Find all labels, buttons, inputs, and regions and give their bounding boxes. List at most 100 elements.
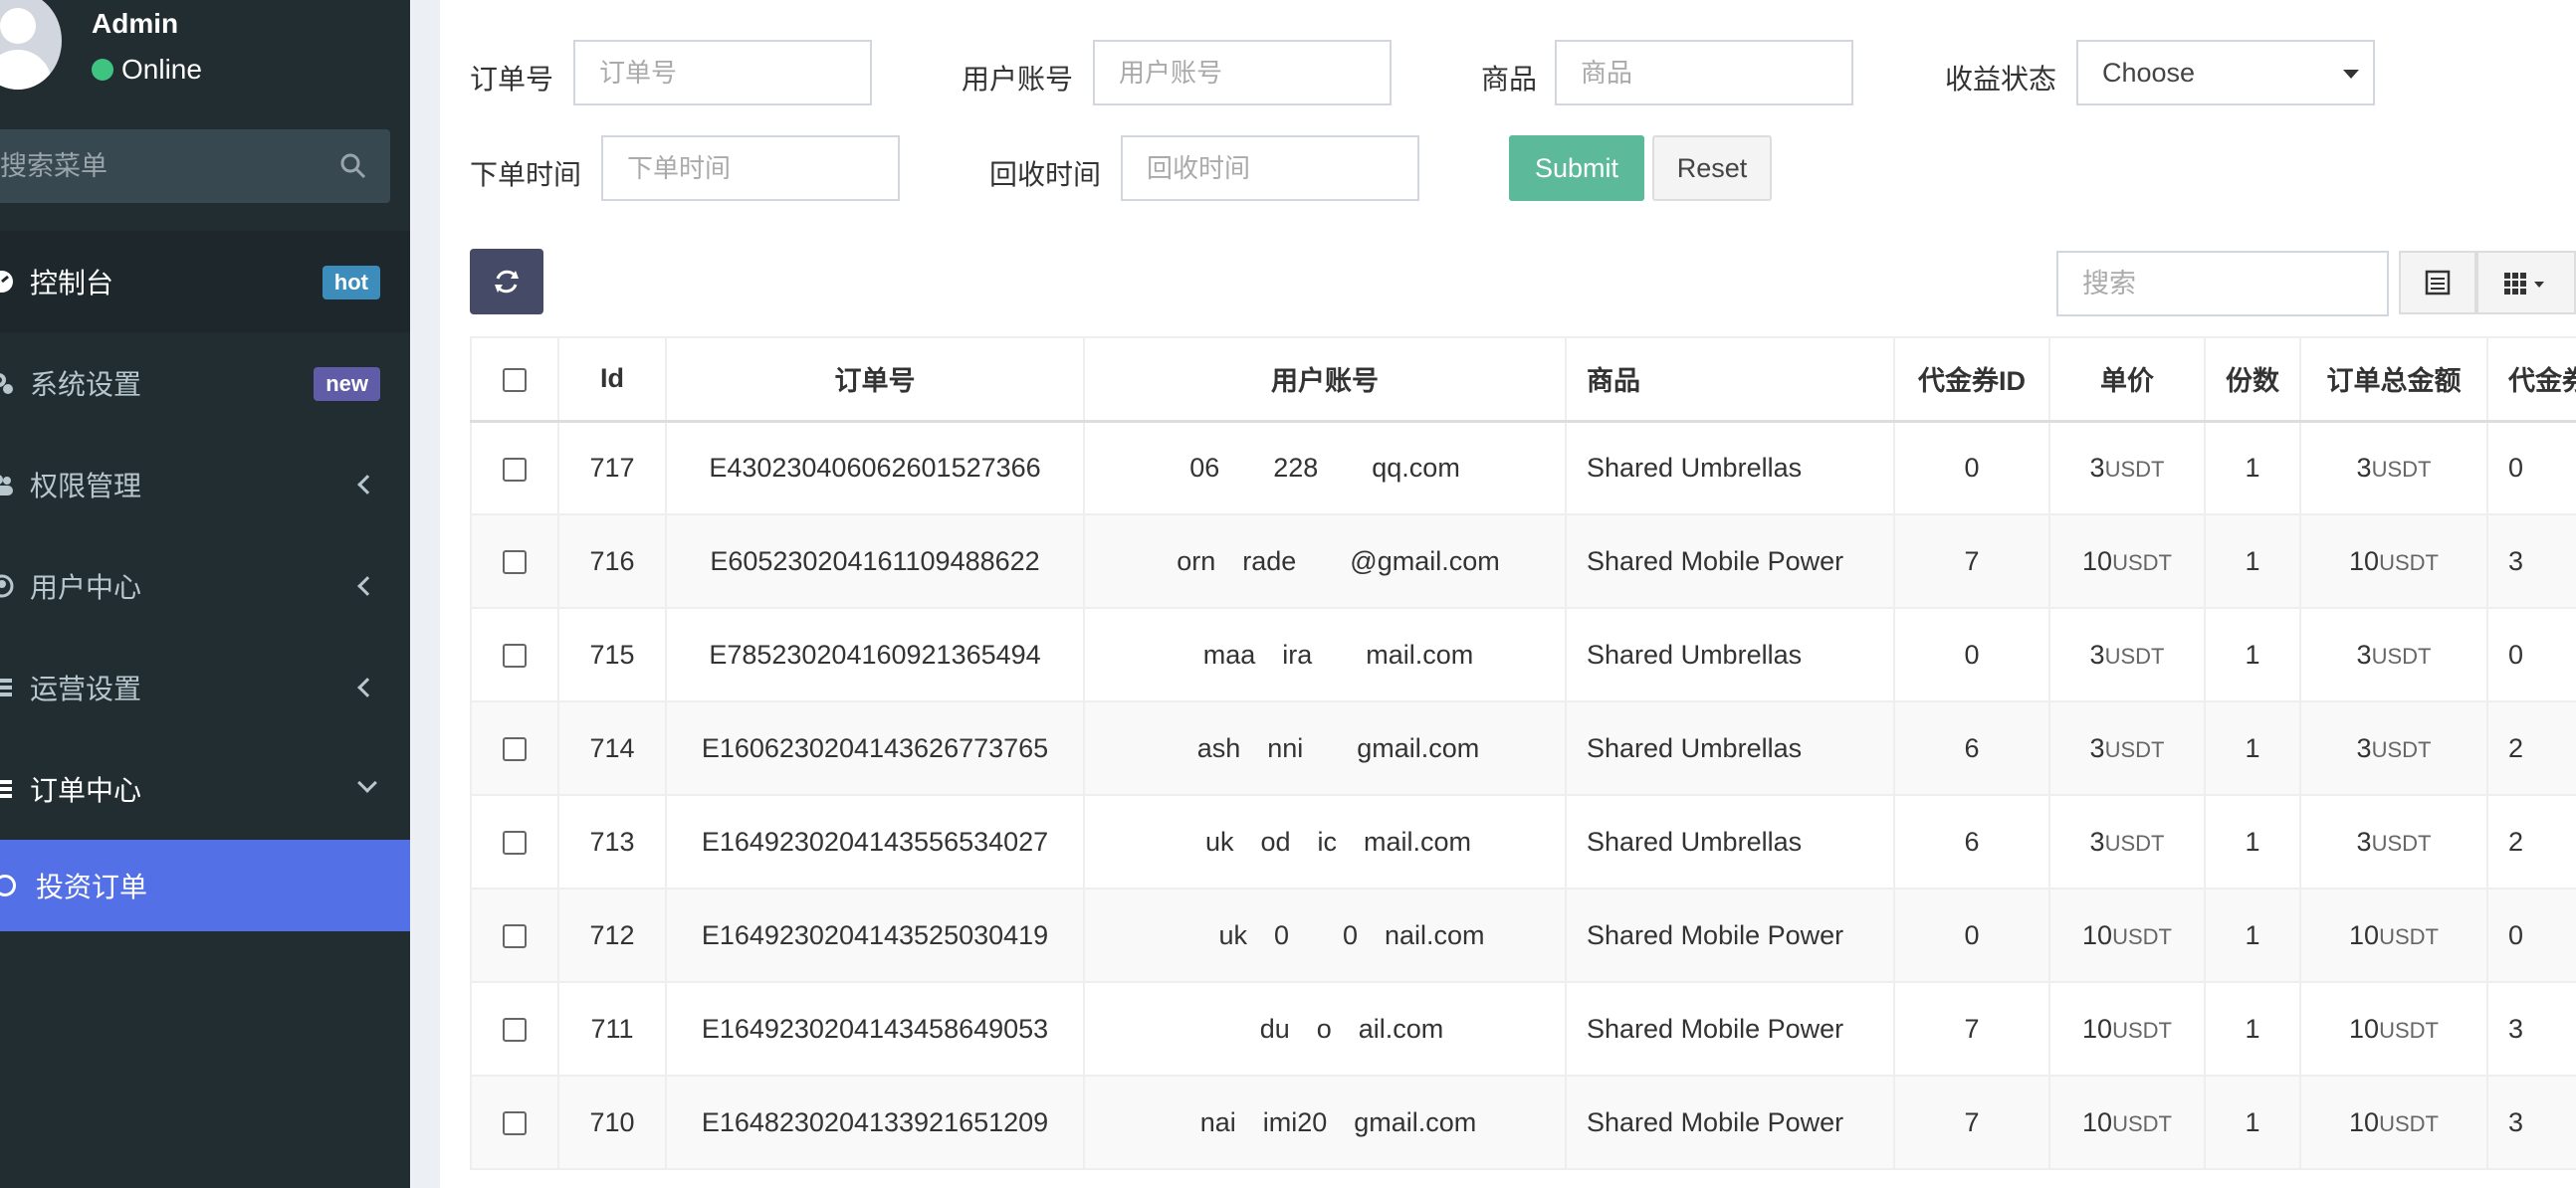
sidebar-item-label: 订单中心 (30, 775, 142, 806)
order-total-value: 10 (2349, 545, 2380, 576)
table-row[interactable]: 714 E160623020414362677376​5 ash nni gmai… (470, 700, 2576, 796)
row-checkbox[interactable] (503, 1111, 527, 1136)
col-header-coupon[interactable]: 代金券 (2486, 336, 2576, 423)
col-header-quantity[interactable]: 份数 (2204, 336, 2301, 423)
refresh-button[interactable] (470, 249, 543, 314)
cell-coupon-id: 7 (1893, 513, 2050, 609)
list-view-icon (2425, 270, 2451, 296)
list-icon (0, 780, 12, 798)
list-icon (0, 679, 12, 696)
sidebar-item-label: 控制台 (30, 268, 114, 298)
cell-id: 715 (557, 607, 667, 702)
unit-label: USDT (2371, 830, 2432, 856)
order-time-input[interactable] (601, 135, 900, 201)
table-row[interactable]: 713 E164923020414355653402​7 uk od ic mai… (470, 794, 2576, 890)
unit-price-value: 10 (2082, 545, 2113, 576)
submit-button[interactable]: Submit (1509, 135, 1644, 201)
unit-label: USDT (2112, 1017, 2172, 1043)
col-header-coupon-id[interactable]: 代金券ID (1893, 336, 2050, 423)
unit-price-value: 3 (2089, 452, 2105, 483)
order-no-input[interactable] (573, 40, 872, 105)
cell-id: 710 (557, 1075, 667, 1170)
cell-user-account: du o ail.com (1083, 981, 1567, 1077)
table-row[interactable]: 710 E164823020413392165120​9 nai imi20 gm… (470, 1075, 2576, 1170)
col-header-id[interactable]: Id (557, 336, 667, 423)
cell-quantity: 1 (2204, 700, 2301, 796)
cell-product: Shared Mobile Power (1565, 981, 1895, 1077)
sidebar-search-input[interactable] (0, 129, 309, 203)
user-account-input[interactable] (1093, 40, 1392, 105)
user-status: Online (92, 54, 202, 86)
cell-unit-price: 10USDT (2048, 1075, 2206, 1170)
product-input[interactable] (1555, 40, 1853, 105)
sidebar-subitem-investment-orders[interactable]: 投资订单 (0, 840, 410, 931)
cell-user-account: 06 228 qq.com (1083, 420, 1567, 515)
cell-coupon-id: 0 (1893, 888, 2050, 983)
toggle-view-button[interactable] (2399, 251, 2476, 314)
table-row[interactable]: 711 E164923020414345864905​3 du o ail.com… (470, 981, 2576, 1077)
cell-order-no: E164923020414352503041​9 (665, 888, 1085, 983)
row-checkbox[interactable] (503, 924, 527, 949)
cell-id: 713 (557, 794, 667, 890)
sidebar-item-operations[interactable]: 运营设置 (0, 637, 410, 738)
row-select-cell (470, 981, 559, 1077)
sidebar-item-permissions[interactable]: 权限管理 (0, 434, 410, 535)
sidebar-item-label: 用户中心 (30, 572, 142, 603)
unit-label: USDT (2112, 1110, 2172, 1136)
cell-quantity: 1 (2204, 981, 2301, 1077)
sidebar-item-user-center[interactable]: 用户中心 (0, 535, 410, 637)
col-header-order-total[interactable]: 订单总金额 (2299, 336, 2488, 423)
table-row[interactable]: 712 E164923020414352503041​9 uk 0 0 nail.… (470, 888, 2576, 983)
col-header-order-no[interactable]: 订单号 (665, 336, 1085, 423)
cell-coupon: 2 (2486, 700, 2576, 796)
new-badge: new (314, 367, 380, 401)
cell-unit-price: 10USDT (2048, 981, 2206, 1077)
row-select-cell (470, 700, 559, 796)
row-checkbox[interactable] (503, 644, 527, 669)
order-total-value: 10 (2349, 919, 2380, 950)
unit-label: USDT (2379, 923, 2439, 949)
online-dot-icon (92, 59, 113, 81)
unit-price-value: 3 (2089, 826, 2105, 857)
cell-product: Shared Mobile Power (1565, 513, 1895, 609)
row-select-cell (470, 420, 559, 515)
user-account-label: 用户账号 (962, 64, 1074, 95)
row-checkbox[interactable] (503, 831, 527, 856)
cell-quantity: 1 (2204, 888, 2301, 983)
circle-icon (0, 875, 16, 896)
unit-label: USDT (2379, 1110, 2439, 1136)
recycle-time-input[interactable] (1121, 135, 1419, 201)
table-row[interactable]: 716 E605230204161109488622 orn rade @gmai… (470, 513, 2576, 609)
cell-order-total: 3USDT (2299, 794, 2488, 890)
row-checkbox[interactable] (503, 1018, 527, 1043)
profit-status-select[interactable]: Choose (2076, 40, 2375, 105)
sidebar-item-dashboard[interactable]: 控制台 hot (0, 231, 410, 332)
row-checkbox[interactable] (503, 550, 527, 575)
cell-order-total: 10USDT (2299, 888, 2488, 983)
select-all-cell (470, 336, 559, 423)
unit-label: USDT (2104, 736, 2165, 762)
cell-id: 716 (557, 513, 667, 609)
profit-status-value: Choose (2102, 57, 2196, 88)
table-row[interactable]: 717 E430230406062601527366 06 228 qq.com Sh… (470, 420, 2576, 515)
select-all-checkbox[interactable] (503, 368, 527, 393)
unit-label: USDT (2379, 549, 2439, 575)
reset-button[interactable]: Reset (1652, 135, 1772, 201)
table-row[interactable]: 715 E785230204160921365494 maa ira mail.c… (470, 607, 2576, 702)
col-header-user-account[interactable]: 用户账号 (1083, 336, 1567, 423)
sidebar-menu: 控制台 hot 系统设置 new 权限管理 用户中心 运营设置 订单中心 投资订… (0, 231, 410, 931)
cell-order-no: E785230204160921365494 (665, 607, 1085, 702)
sidebar-item-order-center[interactable]: 订单中心 (0, 738, 410, 840)
table-search-input[interactable] (2056, 251, 2389, 316)
row-checkbox[interactable] (503, 457, 527, 482)
sidebar-item-system-settings[interactable]: 系统设置 new (0, 332, 410, 434)
columns-dropdown-button[interactable] (2476, 251, 2576, 314)
col-header-unit-price[interactable]: 单价 (2048, 336, 2206, 423)
col-header-product[interactable]: 商品 (1565, 336, 1895, 423)
cell-quantity: 1 (2204, 513, 2301, 609)
unit-price-value: 3 (2089, 732, 2105, 763)
row-checkbox[interactable] (503, 737, 527, 762)
cell-user-account: uk od ic mail.com (1083, 794, 1567, 890)
search-icon[interactable] (340, 153, 366, 179)
cell-coupon: 3 (2486, 513, 2576, 609)
